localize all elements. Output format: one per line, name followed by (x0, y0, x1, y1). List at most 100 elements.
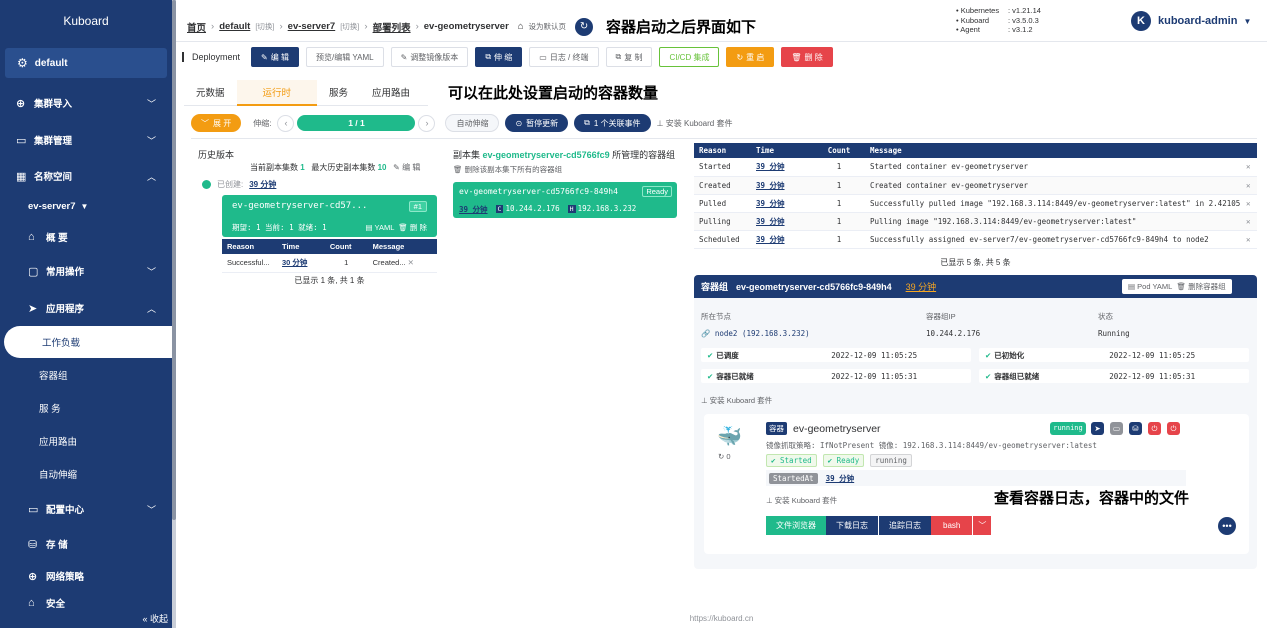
chevron-up-icon: ︿ (146, 171, 156, 182)
breadcrumb-list[interactable]: 部署列表 (373, 20, 411, 34)
file-browser-button[interactable]: 文件浏览器 (766, 516, 826, 535)
container-install-suite-link[interactable]: ⊥ 安装 Kuboard 套件 (766, 495, 837, 506)
table-row: Pulled 39 分钟 1 Successfully pulled image… (694, 194, 1257, 213)
pod-yaml-button[interactable]: ▤ Pod YAML 🗑 删除容器组 (1122, 279, 1232, 294)
delete-all-pods-link[interactable]: 🗑 删除该副本集下所有的容器组 (453, 164, 678, 175)
decrease-replicas-button[interactable]: ‹ (277, 114, 295, 132)
event-reason: Successful... (222, 254, 277, 273)
replicaset-card[interactable]: ev-geometryserver-cd57... #1 期望: 1 当前: 1… (222, 195, 437, 237)
sidebar-item-cluster-manage[interactable]: ▭ 集群管理 ﹀ (0, 125, 172, 155)
event-time: 30 分钟 (277, 254, 325, 273)
node-link[interactable]: 🔗 node2 (192.168.3.232) (701, 329, 810, 338)
database-icon[interactable]: ⛁ (1129, 422, 1142, 435)
restart-button[interactable]: ↻ 重 启 (726, 47, 775, 67)
delete-pod-button[interactable]: 删除容器组 (1188, 281, 1226, 292)
button-label: 删 除 (804, 52, 823, 62)
cluster-selector[interactable]: ⚙ default (5, 48, 167, 78)
refresh-icon[interactable]: ↻ (575, 17, 594, 36)
related-events-button[interactable]: ⧉ 1 个关联事件 (574, 114, 651, 132)
more-options-icon[interactable]: ••• (1218, 517, 1236, 535)
sidebar-item-namespaces[interactable]: ▦ 名称空间 ︿ (0, 161, 172, 191)
tab-meta[interactable]: 元数据 (184, 80, 237, 106)
terminal-icon[interactable]: ▭ (1110, 422, 1123, 435)
close-icon[interactable]: ✕ (1241, 194, 1257, 213)
tab-runtime[interactable]: 运行时 (236, 80, 318, 106)
breadcrumb-home[interactable]: 首页 (187, 20, 206, 34)
collapse-sidebar-button[interactable]: « 收起 (142, 612, 168, 625)
sidebar-item-overview[interactable]: ⌂ 概 要 (0, 222, 172, 252)
edit-history-link[interactable]: ✎ 编 辑 (393, 163, 420, 172)
close-icon[interactable]: ✕ (1241, 212, 1257, 231)
event-count: 1 (813, 212, 865, 231)
sidebar-scrollbar[interactable] (172, 0, 176, 628)
switch-cluster-link[interactable]: [切换] (255, 21, 274, 32)
created-time: 39 分钟 (249, 180, 277, 189)
sidebar-item-ingress[interactable]: 应用路由 (0, 426, 172, 456)
tab-ingress[interactable]: 应用路由 (360, 80, 422, 106)
copy-button[interactable]: ⧉ 复 制 (605, 47, 653, 67)
sidebar-item-common-ops[interactable]: ▢ 常用操作 ﹀ (0, 256, 172, 286)
username: kuboard-admin (1158, 15, 1238, 27)
sidebar-item-apps[interactable]: ➤ 应用程序 ︿ (0, 293, 172, 323)
increase-replicas-button[interactable]: › (418, 114, 436, 132)
delete-button[interactable]: 🗑 删 除 (781, 47, 833, 67)
breadcrumb-workload: ev-geometryserver (423, 21, 509, 32)
sidebar: Kuboard ⚙ default ⊕ 集群导入 ﹀ ▭ 集群管理 ﹀ ▦ 名称空间 ︿ ev… (0, 0, 172, 628)
started-at-label: StartedAt (769, 472, 818, 484)
table-header-row: Reason Time Count Message (222, 239, 437, 254)
delete-rs-link[interactable]: 🗑 删 除 (398, 223, 427, 232)
bash-button[interactable]: bash (931, 516, 973, 535)
pods-title: 副本集 ev-geometryserver-cd5766fc9 所管理的容器组 (453, 148, 678, 161)
chip-label: Ready (836, 456, 860, 465)
sidebar-item-services[interactable]: 服 务 (0, 393, 172, 423)
send-icon[interactable]: ➤ (1091, 422, 1104, 435)
sidebar-item-cluster-import[interactable]: ⊕ 集群导入 ﹀ (0, 88, 172, 118)
trace-logs-button[interactable]: 追踪日志 (879, 516, 931, 535)
close-icon[interactable]: ✕ (1241, 230, 1257, 249)
expand-button[interactable]: ﹀ 展 开 (191, 114, 242, 132)
table-footer: 已显示 1 条, 共 1 条 (294, 275, 365, 285)
logs-terminal-button[interactable]: ▭ 日志 / 终端 (529, 47, 599, 67)
sidebar-item-autoscale[interactable]: 自动伸缩 (0, 459, 172, 489)
adjust-image-button[interactable]: ✎ 调整镜像版本 (390, 47, 469, 67)
stop-icon[interactable]: ⏻ (1167, 422, 1180, 435)
close-icon[interactable]: ✕ (408, 258, 414, 267)
edit-button[interactable]: ✎ 编 辑 (251, 47, 299, 67)
sidebar-item-config[interactable]: ▭ 配置中心 ﹀ (0, 494, 172, 524)
auto-scale-button[interactable]: 自动伸缩 (445, 114, 500, 132)
install-suite-link[interactable]: ⊥ 安装 Kuboard 套件 (657, 118, 733, 129)
bash-dropdown-chevron-icon[interactable]: ﹀ (972, 516, 992, 535)
container-card: 🐳 ↻ 0 容器 ev-geometryserver running ➤ ▭ ⛁… (704, 414, 1249, 554)
scrollbar-thumb[interactable] (172, 0, 176, 520)
power-icon[interactable]: ⏻ (1148, 422, 1161, 435)
tab-service[interactable]: 服务 (317, 80, 360, 106)
created-row: 已创建: 39 分钟 (202, 179, 276, 190)
condition-time: 2022-12-09 11:05:31 (1109, 371, 1196, 381)
cicd-button[interactable]: CI/CD 集成 (659, 47, 720, 67)
scale-button[interactable]: ⧉ 伸 缩 (475, 47, 523, 67)
preview-yaml-button[interactable]: 预览/编辑 YAML (305, 47, 384, 67)
condition-initialized: ✔ 已初始化 2022-12-09 11:05:25 (979, 348, 1249, 362)
sidebar-item-netpolicy[interactable]: ⊕ 网络策略 (0, 561, 172, 591)
sidebar-item-storage[interactable]: ⛁ 存 储 (0, 529, 172, 559)
pause-update-button[interactable]: ⊙ 暂停更新 (505, 114, 569, 132)
breadcrumb-namespace[interactable]: ev-server7 (288, 21, 336, 32)
sidebar-item-pods[interactable]: 容器组 (0, 360, 172, 390)
yaml-link[interactable]: ▤ YAML (365, 223, 394, 232)
close-icon[interactable]: ✕ (1241, 176, 1257, 195)
breadcrumb-cluster[interactable]: default (219, 21, 250, 32)
sidebar-item-security[interactable]: ⌂ 安全 (0, 596, 172, 610)
revision-tag: #1 (408, 201, 427, 212)
sidebar-item-workloads[interactable]: 工作负载 (4, 326, 172, 358)
close-icon[interactable]: ✕ (1241, 158, 1257, 177)
set-default-page-link[interactable]: 设为默认页 (529, 21, 567, 32)
pod-card[interactable]: ev-geometryserver-cd5766fc9-849h4 Ready … (453, 182, 677, 218)
switch-namespace-link[interactable]: [切换] (340, 21, 359, 32)
footer-link[interactable]: https://kuboard.cn (176, 614, 1267, 628)
button-label: 复 制 (624, 52, 643, 62)
install-suite-link[interactable]: ⊥ 安装 Kuboard 套件 (701, 395, 772, 406)
replicaset-link[interactable]: ev-geometryserver-cd5766fc9 (483, 150, 610, 160)
download-logs-button[interactable]: 下载日志 (826, 516, 879, 535)
namespace-selector[interactable]: ev-server7 ▼ (0, 191, 172, 221)
user-menu[interactable]: K kuboard-admin ▼ (1131, 11, 1251, 31)
